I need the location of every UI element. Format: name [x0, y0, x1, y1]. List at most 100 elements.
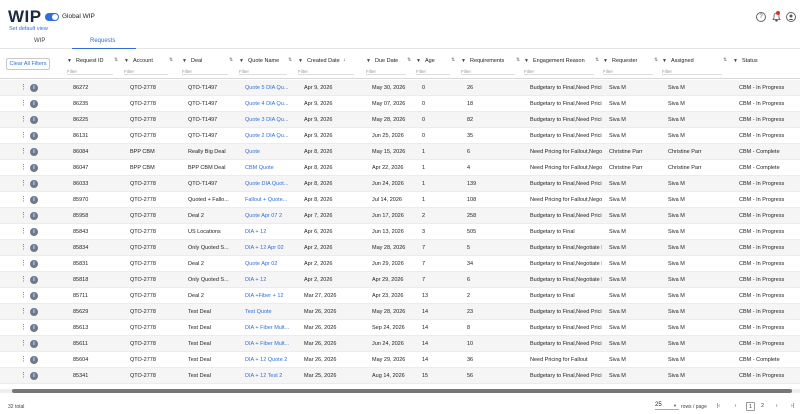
- clear-all-filters-button[interactable]: Clear All Filters: [6, 58, 50, 70]
- filter-input-requirements[interactable]: Filter: [461, 68, 515, 75]
- info-icon[interactable]: i: [30, 292, 38, 300]
- cell-quote-name[interactable]: Quote Apr 02: [245, 260, 295, 268]
- table-row[interactable]: ⋮ i 86033 QTO-2778 QTO-T1497 Quote DIA Quot..…: [0, 176, 800, 192]
- table-row[interactable]: ⋮ i 85341 QTO-2778 Test Deal DIA + 12 Test 2 M…: [0, 368, 800, 384]
- row-actions-icon[interactable]: ⋮: [20, 195, 27, 205]
- sort-icon[interactable]: ⇅: [169, 57, 173, 63]
- row-actions-icon[interactable]: ⋮: [20, 131, 27, 141]
- first-page-button[interactable]: |‹: [714, 402, 723, 411]
- horizontal-scrollbar-thumb[interactable]: [12, 389, 792, 393]
- sort-icon[interactable]: ⇅: [407, 57, 411, 63]
- info-icon[interactable]: i: [30, 276, 38, 284]
- column-header-assigned[interactable]: ▼ Assigned: [662, 57, 694, 65]
- tab-wip[interactable]: WIP: [34, 38, 45, 44]
- page-2-button[interactable]: 2: [758, 402, 767, 411]
- filter-input-deal[interactable]: Filter: [182, 68, 228, 75]
- row-actions-icon[interactable]: ⋮: [20, 259, 27, 269]
- cell-quote-name[interactable]: DIA + 12 Test 2: [245, 372, 295, 380]
- column-header-engagement-reason[interactable]: ▼ Engagement Reason: [524, 57, 585, 65]
- row-actions-icon[interactable]: ⋮: [20, 275, 27, 285]
- sort-icon[interactable]: ⇅: [229, 57, 233, 63]
- cell-quote-name[interactable]: DIA + Fiber Mult...: [245, 340, 295, 348]
- filter-icon[interactable]: ▼: [733, 57, 738, 65]
- row-actions-icon[interactable]: ⋮: [20, 339, 27, 349]
- table-row[interactable]: ⋮ i 85711 QTO-2778 Deal 2 DIA +Fiber + 12 Mar …: [0, 288, 800, 304]
- cell-quote-name[interactable]: Quote 4 DIA Qu...: [245, 100, 295, 108]
- table-row[interactable]: ⋮ i 85834 QTO-2778 Only Quoted S... DIA + 12 …: [0, 240, 800, 256]
- row-actions-icon[interactable]: ⋮: [20, 355, 27, 365]
- last-page-button[interactable]: ›|: [788, 402, 797, 411]
- rows-per-page-select[interactable]: 25 ▼: [655, 402, 679, 410]
- info-icon[interactable]: i: [30, 356, 38, 364]
- column-header-due-date[interactable]: ▼ Due Date: [366, 57, 398, 65]
- next-page-button[interactable]: ›: [772, 402, 781, 411]
- horizontal-scrollbar[interactable]: [0, 389, 800, 393]
- table-row[interactable]: ⋮ i 85604 QTO-2778 Test Deal DIA + 12 Quote 2…: [0, 352, 800, 368]
- user-account-icon[interactable]: [786, 12, 796, 22]
- info-icon[interactable]: i: [30, 372, 38, 380]
- column-header-quote-name[interactable]: ▼ Quote Name: [239, 57, 279, 65]
- help-icon[interactable]: ?: [756, 12, 766, 22]
- table-row[interactable]: ⋮ i 86235 QTO-2778 QTO-T1497 Quote 4 DIA Qu..…: [0, 96, 800, 112]
- sort-icon[interactable]: ⇅: [654, 57, 658, 63]
- sort-icon[interactable]: ⇅: [451, 57, 455, 63]
- cell-quote-name[interactable]: DIA + 12: [245, 276, 295, 284]
- info-icon[interactable]: i: [30, 228, 38, 236]
- column-header-requirements[interactable]: ▼ Requirements: [461, 57, 504, 65]
- info-icon[interactable]: i: [30, 340, 38, 348]
- table-row[interactable]: ⋮ i 85629 QTO-2778 Test Deal Test Quote Mar 26…: [0, 304, 800, 320]
- row-actions-icon[interactable]: ⋮: [20, 179, 27, 189]
- info-icon[interactable]: i: [30, 100, 38, 108]
- filter-input-account[interactable]: Filter: [124, 68, 168, 75]
- table-row[interactable]: ⋮ i 86084 BPP CBM Really Big Deal Quote Apr 8,…: [0, 144, 800, 160]
- set-default-view-link[interactable]: Set default view: [9, 26, 48, 32]
- filter-icon[interactable]: ▼: [662, 57, 667, 65]
- tab-requests[interactable]: Requests: [90, 38, 115, 44]
- table-row[interactable]: ⋮ i 86047 BPP CBM BPP CBM Deal CBM Quote Apr 8…: [0, 160, 800, 176]
- cell-quote-name[interactable]: DIA + 12 Quote 2: [245, 356, 295, 364]
- table-row[interactable]: ⋮ i 85831 QTO-2778 Deal 2 Quote Apr 02 Apr 2, …: [0, 256, 800, 272]
- cell-quote-name[interactable]: Fallout + Quote...: [245, 196, 295, 204]
- info-icon[interactable]: i: [30, 84, 38, 92]
- info-icon[interactable]: i: [30, 308, 38, 316]
- column-header-created-date[interactable]: ▼ Created Date: [298, 57, 340, 65]
- row-actions-icon[interactable]: ⋮: [20, 323, 27, 333]
- row-actions-icon[interactable]: ⋮: [20, 371, 27, 381]
- row-actions-icon[interactable]: ⋮: [20, 115, 27, 125]
- cell-quote-name[interactable]: Quote Apr 07 2: [245, 212, 295, 220]
- table-row[interactable]: ⋮ i 85611 QTO-2778 Test Deal DIA + Fiber Mult…: [0, 336, 800, 352]
- sort-icon[interactable]: ⇅: [595, 57, 599, 63]
- column-header-deal[interactable]: ▼ Deal: [182, 57, 202, 65]
- row-actions-icon[interactable]: ⋮: [20, 291, 27, 301]
- filter-icon[interactable]: ▼: [124, 57, 129, 65]
- table-row[interactable]: ⋮ i 85818 QTO-2778 Only Quoted S... DIA + 12 A…: [0, 272, 800, 288]
- filter-icon[interactable]: ▼: [366, 57, 371, 65]
- table-row[interactable]: ⋮ i 85843 QTO-2778 US Locations DIA + 12 Apr 6…: [0, 224, 800, 240]
- column-header-requester[interactable]: ▼ Requester: [603, 57, 637, 65]
- cell-quote-name[interactable]: DIA + 12: [245, 228, 295, 236]
- filter-icon[interactable]: ▼: [416, 57, 421, 65]
- column-header-account[interactable]: ▼ Account: [124, 57, 153, 65]
- row-actions-icon[interactable]: ⋮: [20, 227, 27, 237]
- info-icon[interactable]: i: [30, 212, 38, 220]
- sort-icon[interactable]: ↓: [343, 57, 346, 63]
- table-row[interactable]: ⋮ i 85970 QTO-2778 Quoted + Fallo... Fallout …: [0, 192, 800, 208]
- cell-quote-name[interactable]: DIA +Fiber + 12: [245, 292, 295, 300]
- table-row[interactable]: ⋮ i 85958 QTO-2778 Deal 2 Quote Apr 07 2 Apr 7…: [0, 208, 800, 224]
- row-actions-icon[interactable]: ⋮: [20, 99, 27, 109]
- row-actions-icon[interactable]: ⋮: [20, 307, 27, 317]
- cell-quote-name[interactable]: DIA + Fiber Mult...: [245, 324, 295, 332]
- cell-quote-name[interactable]: Quote 5 DIA Qu...: [245, 84, 295, 92]
- cell-quote-name[interactable]: CBM Quote: [245, 164, 295, 172]
- info-icon[interactable]: i: [30, 164, 38, 172]
- sort-icon[interactable]: ⇅: [114, 57, 118, 63]
- global-wip-toggle[interactable]: [45, 13, 59, 21]
- filter-icon[interactable]: ▼: [603, 57, 608, 65]
- info-icon[interactable]: i: [30, 132, 38, 140]
- filter-input-request-id[interactable]: Filter: [67, 68, 113, 75]
- sort-icon[interactable]: ⇅: [288, 57, 292, 63]
- row-actions-icon[interactable]: ⋮: [20, 147, 27, 157]
- cell-quote-name[interactable]: Quote: [245, 148, 295, 156]
- filter-input-due-date[interactable]: Filter: [366, 68, 406, 75]
- filter-icon[interactable]: ▼: [67, 57, 72, 65]
